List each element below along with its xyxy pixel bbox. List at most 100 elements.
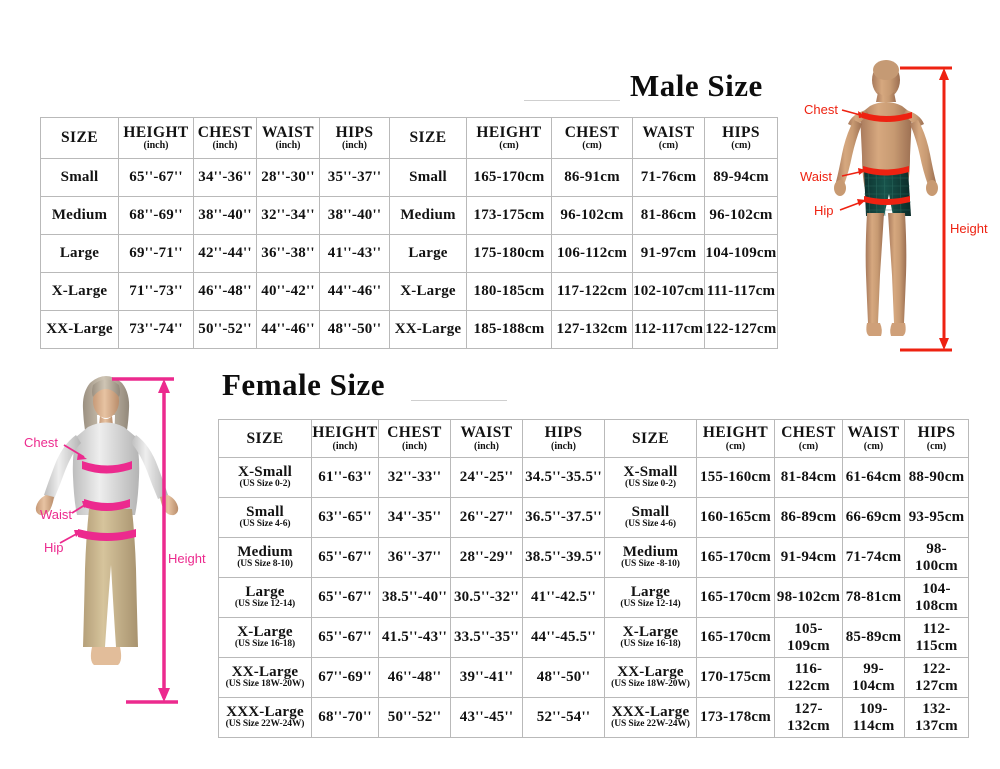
cell-waist-cm: 91-97cm xyxy=(632,234,705,273)
cell-hips-cm: 104-108cm xyxy=(904,577,969,618)
cell-chest-inch: 41.5''-43'' xyxy=(378,617,451,658)
cell-chest-cm: 96-102cm xyxy=(551,196,633,235)
cell-size-inch: XXX-Large (US Size 22W-24W) xyxy=(218,697,312,738)
male-header-size-cm: SIZE xyxy=(389,117,467,159)
cell-size-cm: Medium xyxy=(389,196,467,235)
cell-chest-cm: 98-102cm xyxy=(774,577,843,618)
cell-hips-inch: 48''-50'' xyxy=(522,657,605,698)
cell-height-inch: 68''-69'' xyxy=(118,196,194,235)
cell-height-cm: 165-170cm xyxy=(466,158,552,197)
cell-waist-cm: 109-114cm xyxy=(842,697,905,738)
cell-waist-cm: 78-81cm xyxy=(842,577,905,618)
cell-chest-cm: 116-122cm xyxy=(774,657,843,698)
cell-waist-inch: 39''-41'' xyxy=(450,657,523,698)
cell-chest-inch: 46''-48'' xyxy=(378,657,451,698)
cell-hips-inch: 38''-40'' xyxy=(319,196,390,235)
cell-hips-inch: 44''-45.5'' xyxy=(522,617,605,658)
cell-size-inch: XX-Large (US Size 18W-20W) xyxy=(218,657,312,698)
cell-height-cm: 165-170cm xyxy=(696,617,775,658)
female-header-chest-cm: CHEST (cm) xyxy=(774,419,843,458)
cell-size-cm: X-Large xyxy=(389,272,467,311)
table-row: Small (US Size 4-6) 63''-65'' 34''-35'' … xyxy=(218,497,969,538)
cell-size-inch: X-Large (US Size 16-18) xyxy=(218,617,312,658)
table-row: Large (US Size 12-14) 65''-67'' 38.5''-4… xyxy=(218,577,969,618)
cell-chest-cm: 127-132cm xyxy=(774,697,843,738)
table-row: Small 65''-67'' 34''-36'' 28''-30'' 35''… xyxy=(40,158,778,197)
female-size-table: SIZE HEIGHT (inch) CHEST (inch) WAIST (i… xyxy=(218,419,969,738)
cell-hips-inch: 52''-54'' xyxy=(522,697,605,738)
cell-height-inch: 71''-73'' xyxy=(118,272,194,311)
cell-height-cm: 155-160cm xyxy=(696,457,775,498)
cell-size-inch: X-Small (US Size 0-2) xyxy=(218,457,312,498)
cell-chest-cm: 127-132cm xyxy=(551,310,633,349)
cell-size-cm: X-Large (US Size 16-18) xyxy=(604,617,697,658)
cell-chest-cm: 81-84cm xyxy=(774,457,843,498)
table-row: XX-Large (US Size 18W-20W) 67''-69'' 46'… xyxy=(218,657,969,698)
cell-height-inch: 63''-65'' xyxy=(311,497,379,538)
cell-size-cm: X-Small (US Size 0-2) xyxy=(604,457,697,498)
cell-hips-inch: 41''-43'' xyxy=(319,234,390,273)
cell-waist-inch: 28''-30'' xyxy=(256,158,320,197)
cell-waist-inch: 32''-34'' xyxy=(256,196,320,235)
cell-waist-cm: 112-117cm xyxy=(632,310,705,349)
cell-chest-inch: 42''-44'' xyxy=(193,234,257,273)
male-header-waist-cm: WAIST (cm) xyxy=(632,117,705,159)
female-header-waist-cm: WAIST (cm) xyxy=(842,419,905,458)
cell-height-cm: 185-188cm xyxy=(466,310,552,349)
cell-hips-cm: 104-109cm xyxy=(704,234,778,273)
cell-size-inch: X-Large xyxy=(40,272,119,311)
cell-size-cm: Large (US Size 12-14) xyxy=(604,577,697,618)
cell-size-inch: Large xyxy=(40,234,119,273)
male-table-header-row: SIZE HEIGHT (inch) CHEST (inch) WAIST (i… xyxy=(40,117,778,159)
cell-chest-inch: 38''-40'' xyxy=(193,196,257,235)
male-waist-label: Waist xyxy=(800,169,833,184)
cell-hips-cm: 112-115cm xyxy=(904,617,969,658)
cell-size-inch: Medium (US Size 8-10) xyxy=(218,537,312,578)
cell-chest-inch: 34''-36'' xyxy=(193,158,257,197)
cell-chest-cm: 105-109cm xyxy=(774,617,843,658)
male-header-height-cm: HEIGHT (cm) xyxy=(466,117,552,159)
cell-chest-inch: 34''-35'' xyxy=(378,497,451,538)
male-header-hips-inch: HIPS (inch) xyxy=(319,117,390,159)
cell-chest-inch: 46''-48'' xyxy=(193,272,257,311)
cell-hips-cm: 122-127cm xyxy=(904,657,969,698)
cell-waist-cm: 81-86cm xyxy=(632,196,705,235)
cell-size-cm: XX-Large (US Size 18W-20W) xyxy=(604,657,697,698)
cell-waist-cm: 102-107cm xyxy=(632,272,705,311)
cell-hips-cm: 132-137cm xyxy=(904,697,969,738)
cell-size-cm: XX-Large xyxy=(389,310,467,349)
cell-height-inch: 65''-67'' xyxy=(118,158,194,197)
female-header-size-inch: SIZE xyxy=(218,419,312,458)
cell-height-cm: 173-178cm xyxy=(696,697,775,738)
cell-size-inch: Medium xyxy=(40,196,119,235)
male-section-title: Male Size xyxy=(630,68,763,103)
cell-height-cm: 175-180cm xyxy=(466,234,552,273)
cell-waist-cm: 99-104cm xyxy=(842,657,905,698)
cell-waist-inch: 30.5''-32'' xyxy=(450,577,523,618)
cell-size-inch: Small xyxy=(40,158,119,197)
table-row: Large 69''-71'' 42''-44'' 36''-38'' 41''… xyxy=(40,234,778,273)
cell-hips-cm: 98-100cm xyxy=(904,537,969,578)
table-row: Medium (US Size 8-10) 65''-67'' 36''-37'… xyxy=(218,537,969,578)
female-header-height-cm: HEIGHT (cm) xyxy=(696,419,775,458)
female-measurement-figure: Chest Waist Hip Height xyxy=(8,365,220,715)
cell-size-cm: Small (US Size 4-6) xyxy=(604,497,697,538)
cell-waist-inch: 43''-45'' xyxy=(450,697,523,738)
male-header-chest-cm: CHEST (cm) xyxy=(551,117,633,159)
female-height-label: Height xyxy=(168,551,206,566)
cell-height-inch: 68''-70'' xyxy=(311,697,379,738)
cell-height-inch: 73''-74'' xyxy=(118,310,194,349)
male-header-hips-cm: HIPS (cm) xyxy=(704,117,778,159)
cell-chest-cm: 91-94cm xyxy=(774,537,843,578)
female-header-hips-cm: HIPS (cm) xyxy=(904,419,969,458)
cell-waist-cm: 71-76cm xyxy=(632,158,705,197)
cell-hips-inch: 48''-50'' xyxy=(319,310,390,349)
cell-height-inch: 65''-67'' xyxy=(311,537,379,578)
female-waist-label: Waist xyxy=(40,507,73,522)
cell-size-inch: Large (US Size 12-14) xyxy=(218,577,312,618)
cell-hips-cm: 88-90cm xyxy=(904,457,969,498)
cell-height-cm: 165-170cm xyxy=(696,577,775,618)
table-row: X-Large (US Size 16-18) 65''-67'' 41.5''… xyxy=(218,617,969,658)
cell-height-inch: 69''-71'' xyxy=(118,234,194,273)
female-body-illustration xyxy=(35,376,179,704)
